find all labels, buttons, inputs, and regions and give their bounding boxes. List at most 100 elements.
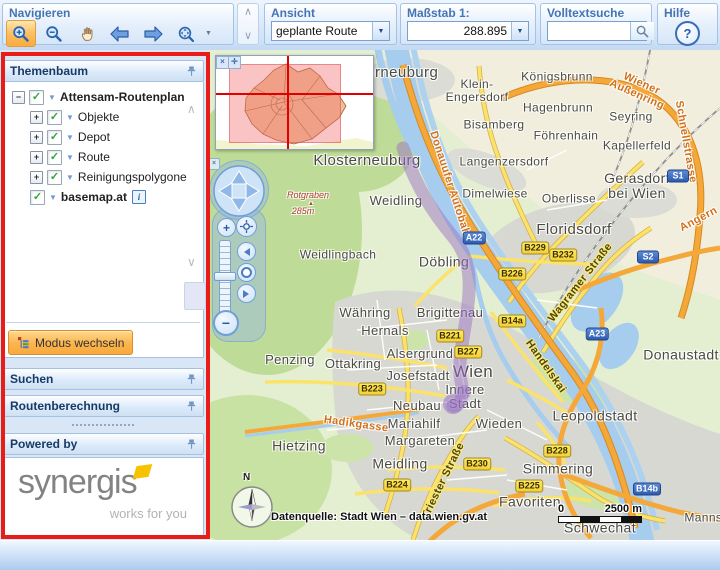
- checkbox-attensam-routenplan[interactable]: ✓: [29, 89, 44, 105]
- map-navigator-widget[interactable]: × + −: [208, 158, 271, 350]
- search-icon: [636, 25, 649, 37]
- zoom-in-widget-button[interactable]: +: [217, 218, 236, 237]
- arrow-right-icon: [144, 25, 163, 42]
- info-icon[interactable]: i: [131, 190, 146, 204]
- toolbar-group-navigieren: Navigieren ▼: [2, 3, 234, 47]
- layer-caret-icon[interactable]: ▼: [48, 93, 56, 102]
- layer-label-basemap-at[interactable]: basemap.at: [61, 190, 127, 204]
- full-extent-widget-button[interactable]: [236, 216, 257, 237]
- overview-extent-rectangle[interactable]: [229, 64, 341, 143]
- tree-scroll-up-icon[interactable]: ∧: [187, 103, 196, 115]
- panel-title-routenberechnung: Routenberechnung: [10, 399, 120, 413]
- pin-icon[interactable]: [186, 66, 197, 77]
- panel-title-powered-by: Powered by: [10, 437, 78, 451]
- panel-header-powered-by[interactable]: Powered by: [3, 433, 204, 455]
- history-back-button[interactable]: [237, 242, 256, 261]
- overview-move-icon[interactable]: ✛: [228, 56, 241, 69]
- layer-caret-icon[interactable]: ▼: [49, 193, 57, 202]
- scale-bar: 0 2500 m: [558, 503, 642, 523]
- map-viewport[interactable]: Korneuburg Klein- Engersdorf Königsbrunn Ha…: [207, 50, 720, 540]
- tree-node-basemap-at[interactable]: ✓ ▼ basemap.at i: [4, 187, 203, 207]
- checkbox-route[interactable]: ✓: [47, 149, 62, 165]
- triangle-right-icon: [243, 289, 253, 298]
- pan-compass-control[interactable]: [212, 164, 266, 218]
- ansicht-dropdown[interactable]: geplante Route ▼: [271, 21, 390, 41]
- modus-wechseln-button[interactable]: Modus wechseln: [8, 330, 134, 355]
- tree-scroll-down-icon[interactable]: ∨: [187, 256, 196, 268]
- weboffice-gis-app: Navigieren ▼ ∧ ∨ Ansicht geplante Route …: [0, 0, 720, 570]
- zoom-in-button[interactable]: [6, 20, 36, 47]
- pin-icon[interactable]: [186, 439, 197, 450]
- group-title-ansicht: Ansicht: [271, 6, 316, 20]
- tree-scrollbar-thumb[interactable]: [184, 282, 206, 310]
- overview-map[interactable]: × ✛: [215, 55, 374, 150]
- layer-label-depot[interactable]: Depot: [78, 130, 110, 144]
- tree-node-reinigungspolygone[interactable]: + ✓ ▼ Reinigungspolygone: [4, 167, 203, 187]
- extent-target-icon: [240, 220, 253, 233]
- layer-label-route[interactable]: Route: [78, 150, 110, 164]
- layer-caret-icon[interactable]: ▼: [66, 153, 74, 162]
- toolbar-group-volltextsuche: Volltextsuche: [540, 3, 654, 45]
- overview-crosshair-vertical: [287, 56, 289, 149]
- toolbar-group-massstab: Maßstab 1: 288.895 ▼: [400, 3, 536, 45]
- panel-header-themenbaum[interactable]: Themenbaum: [3, 60, 204, 82]
- massstab-dropdown-caret-icon[interactable]: ▼: [511, 22, 528, 40]
- checkbox-basemap-at[interactable]: ✓: [30, 189, 45, 205]
- pin-icon[interactable]: [186, 374, 197, 385]
- checkbox-reinigungspolygone[interactable]: ✓: [47, 169, 62, 185]
- plus-expander-icon[interactable]: +: [30, 110, 43, 124]
- map-attribution: Datenquelle: Stadt Wien – data.wien.gv.a…: [271, 511, 488, 523]
- toolbar-collapse-control[interactable]: ∧ ∨: [237, 3, 259, 45]
- layer-label-attensam-routenplan[interactable]: Attensam-Routenplan: [60, 90, 185, 104]
- tree-node-route[interactable]: + ✓ ▼ Route: [4, 147, 203, 167]
- layer-caret-icon[interactable]: ▼: [66, 173, 74, 182]
- search-button[interactable]: [630, 22, 654, 40]
- minus-expander-icon[interactable]: −: [12, 90, 25, 104]
- layer-label-reinigungspolygone[interactable]: Reinigungspolygone: [78, 170, 187, 184]
- next-extent-button[interactable]: [138, 20, 168, 47]
- panel-header-routenberechnung[interactable]: Routenberechnung: [3, 395, 204, 417]
- tree-node-objekte[interactable]: + ✓ ▼ Objekte: [4, 107, 203, 127]
- tree-node-depot[interactable]: + ✓ ▼ Depot: [4, 127, 203, 147]
- plus-expander-icon[interactable]: +: [30, 150, 43, 164]
- layer-label-objekte[interactable]: Objekte: [78, 110, 119, 124]
- scale-bar-graphic: [558, 516, 642, 523]
- pin-icon[interactable]: [186, 401, 197, 412]
- mode-tree-icon: [18, 337, 29, 349]
- history-current-button[interactable]: [237, 263, 256, 282]
- modus-wechseln-label: Modus wechseln: [35, 335, 125, 350]
- massstab-value: 288.895: [463, 24, 507, 38]
- bottom-status-bar: Einstellungen ▼ Kartenausschnitte ▼: [0, 540, 720, 570]
- logo-diamond-icon: [132, 464, 153, 479]
- navigieren-more-caret-icon[interactable]: ▼: [205, 30, 212, 37]
- toolbar-group-ansicht: Ansicht geplante Route ▼: [264, 3, 397, 45]
- layer-caret-icon[interactable]: ▼: [66, 133, 74, 142]
- chevron-down-icon: ∨: [243, 30, 253, 42]
- previous-extent-button[interactable]: [105, 20, 135, 47]
- logo-tagline: works for you: [109, 506, 187, 521]
- chevron-up-icon: ∧: [243, 6, 253, 18]
- scale-max: 2500 m: [604, 503, 642, 515]
- fulltext-search-input[interactable]: [548, 22, 630, 40]
- hand-pan-icon: [81, 27, 92, 41]
- synergis-logo: synergis: [18, 463, 138, 501]
- checkbox-depot[interactable]: ✓: [47, 129, 62, 145]
- pan-button[interactable]: [72, 20, 102, 47]
- checkbox-objekte[interactable]: ✓: [47, 109, 62, 125]
- panel-splitter-handle[interactable]: [72, 424, 134, 426]
- compass-rose: [231, 486, 273, 528]
- ansicht-dropdown-caret-icon[interactable]: ▼: [372, 22, 389, 40]
- history-forward-button[interactable]: [237, 284, 256, 303]
- zoom-extent-button[interactable]: [171, 20, 201, 47]
- plus-expander-icon[interactable]: +: [30, 170, 43, 184]
- help-button[interactable]: ?: [675, 21, 700, 46]
- layer-caret-icon[interactable]: ▼: [66, 113, 74, 122]
- tree-node-attensam-routenplan[interactable]: − ✓ ▼ Attensam-Routenplan: [4, 87, 203, 107]
- zoom-out-widget-button[interactable]: −: [213, 310, 239, 336]
- panel-header-suchen[interactable]: Suchen: [3, 368, 204, 390]
- compass-north-label: N: [243, 472, 251, 483]
- zoom-out-button[interactable]: [39, 20, 69, 47]
- massstab-dropdown[interactable]: 288.895 ▼: [407, 21, 529, 41]
- plus-expander-icon[interactable]: +: [30, 130, 43, 144]
- zoom-slider-handle[interactable]: [214, 272, 236, 281]
